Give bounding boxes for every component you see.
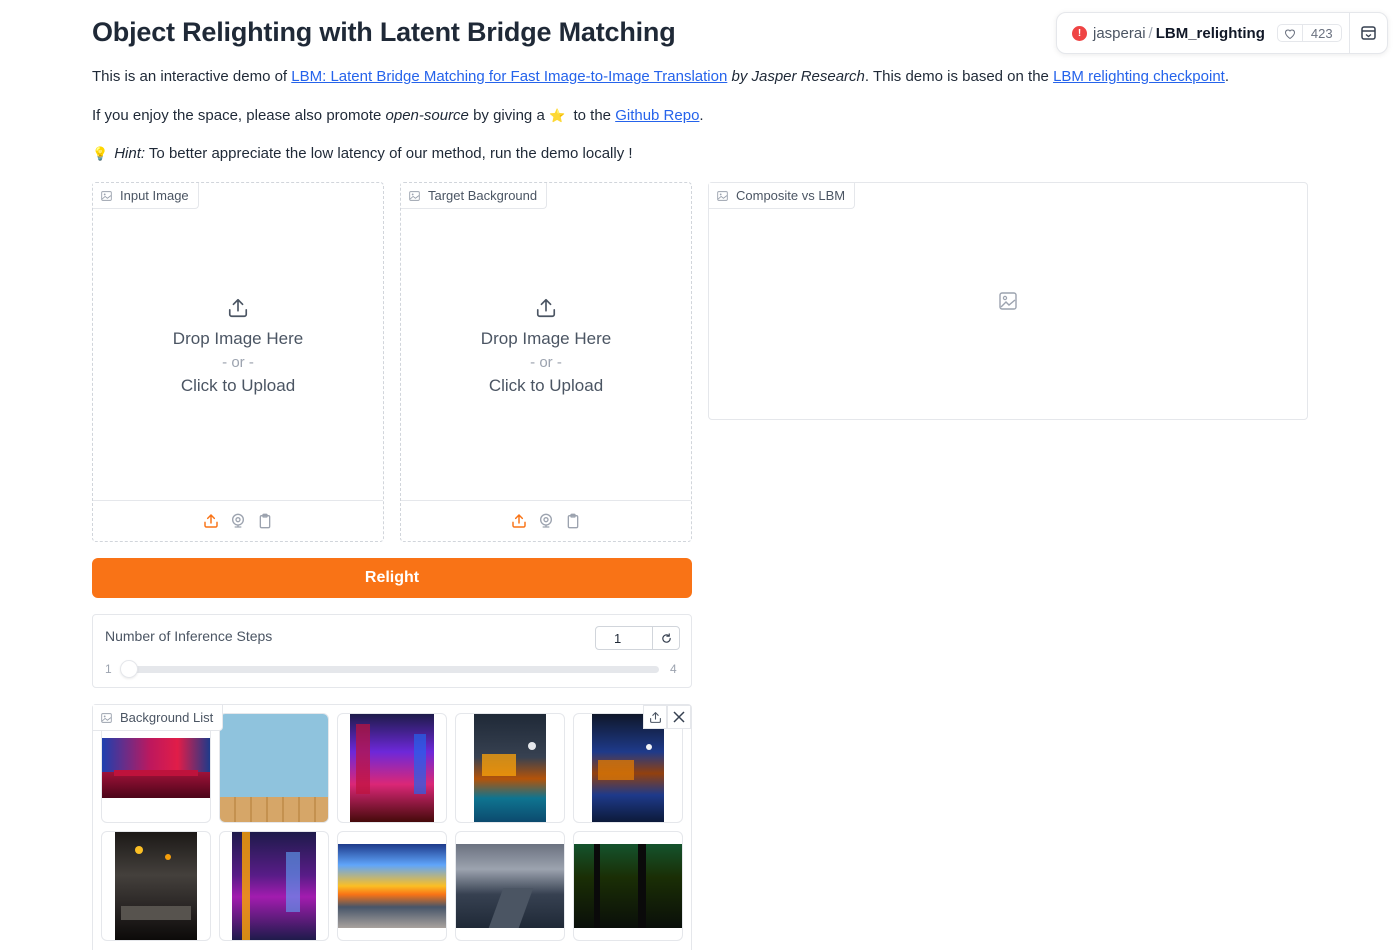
slider-thumb[interactable] — [120, 660, 138, 678]
target-background-dropzone[interactable]: Drop Image Here - or - Click to Upload — [401, 183, 691, 501]
checkpoint-link[interactable]: LBM relighting checkpoint — [1053, 68, 1225, 85]
thumbnail-image — [456, 844, 564, 928]
upload-source-icon[interactable] — [510, 512, 529, 531]
input-image-panel: Input Image Drop Image Here - or - Click… — [92, 182, 384, 542]
upload-source-icon[interactable] — [202, 512, 221, 531]
or-text: - or - — [222, 353, 254, 371]
space-separator: / — [1148, 24, 1153, 42]
clipboard-icon[interactable] — [564, 512, 583, 531]
page-title: Object Relighting with Latent Bridge Mat… — [92, 17, 676, 47]
background-thumbnail-sunset-beach[interactable] — [337, 831, 447, 941]
space-badge: ! jasperai / LBM_relighting 423 — [1056, 12, 1388, 54]
space-status-icon: ! — [1072, 25, 1087, 41]
inference-steps-value[interactable]: 1 — [596, 627, 652, 649]
background-list-gallery: Background List — [92, 704, 692, 950]
slider-min: 1 — [105, 662, 112, 676]
promo-middle: by giving a — [468, 107, 549, 124]
background-thumbnail-tropical-pool-moon[interactable] — [573, 713, 683, 823]
composite-output-panel: Composite vs LBM — [708, 182, 1308, 420]
promo-suffix: . — [699, 107, 704, 124]
share-icon — [649, 711, 661, 723]
promo-prefix: If you enjoy the space, please also prom… — [92, 107, 386, 124]
image-icon — [717, 190, 728, 201]
inference-steps-panel: Number of Inference Steps 1 1 4 — [92, 614, 692, 688]
slider-max: 4 — [670, 662, 677, 676]
thumbnail-image — [232, 832, 316, 940]
background-thumbnail-neon-city-street[interactable] — [337, 713, 447, 823]
drop-text: Drop Image Here — [480, 328, 612, 348]
intro-author: Jasper Research — [751, 68, 865, 85]
promo-middle2: to the — [565, 107, 616, 124]
webcam-icon[interactable] — [229, 512, 248, 531]
intro-suffix: . — [1224, 68, 1229, 85]
hint-paragraph: 💡 Hint: To better appreciate the low late… — [92, 145, 633, 162]
intro-middle: . This demo is based on the — [864, 68, 1054, 85]
lightbulb-icon: 💡 — [92, 146, 109, 161]
input-image-sources — [93, 500, 383, 541]
thumbnail-image — [220, 714, 328, 822]
target-background-panel: Target Background Drop Image Here - or -… — [400, 182, 692, 542]
like-button[interactable]: 423 — [1276, 24, 1342, 42]
promo-emph: open-source — [385, 107, 469, 124]
input-image-dropzone[interactable]: Drop Image Here - or - Click to Upload — [93, 183, 383, 501]
thumbnail-image — [338, 844, 446, 928]
background-list-label: Background List — [93, 705, 224, 731]
webcam-icon[interactable] — [537, 512, 556, 531]
paper-link[interactable]: LBM: Latent Bridge Matching for Fast Ima… — [291, 68, 727, 85]
close-icon — [673, 711, 685, 723]
background-list-label-text: Background List — [120, 710, 214, 725]
intro-by: by — [727, 68, 752, 85]
target-background-sources — [401, 500, 691, 541]
background-thumbnail-pool-villa-night[interactable] — [455, 713, 565, 823]
share-button[interactable] — [643, 705, 667, 729]
promo-paragraph: If you enjoy the space, please also prom… — [92, 107, 704, 124]
hint-text: To better appreciate the low latency of … — [145, 145, 633, 162]
or-text: - or - — [530, 353, 562, 371]
thumbnail-image — [102, 738, 210, 798]
space-link[interactable]: ! jasperai / LBM_relighting 423 — [1057, 13, 1349, 53]
star-icon: ⭐ — [548, 108, 566, 123]
composite-label: Composite vs LBM — [709, 183, 856, 209]
background-thumbnail-neon-alley[interactable] — [219, 831, 329, 941]
upload-icon — [536, 298, 556, 317]
background-thumbnail-foggy-road[interactable] — [455, 831, 565, 941]
composite-label-text: Composite vs LBM — [736, 188, 846, 203]
thumbnail-image — [115, 832, 197, 940]
thumbnail-image — [574, 844, 682, 928]
inference-steps-label: Number of Inference Steps — [105, 628, 273, 644]
upload-icon — [228, 298, 248, 317]
drop-text: Drop Image Here — [172, 328, 304, 348]
reset-button[interactable] — [652, 627, 679, 649]
thumbnail-image — [474, 714, 546, 822]
slider-track[interactable] — [123, 666, 659, 673]
collapse-button[interactable] — [1349, 13, 1387, 53]
clipboard-icon[interactable] — [256, 512, 275, 531]
github-link[interactable]: Github Repo — [615, 107, 699, 124]
space-owner[interactable]: jasperai — [1093, 25, 1146, 42]
collapse-icon — [1361, 26, 1376, 40]
thumbnail-image — [592, 714, 664, 822]
background-thumbnail-dark-restaurant[interactable] — [101, 831, 211, 941]
background-thumbnail-blue-wall-wood[interactable] — [219, 713, 329, 823]
click-upload-text: Click to Upload — [180, 375, 296, 395]
close-button[interactable] — [667, 705, 691, 729]
intro-paragraph: This is an interactive demo of LBM: Late… — [92, 68, 1229, 85]
inference-steps-input[interactable]: 1 — [595, 626, 680, 650]
thumbnail-image — [350, 714, 434, 822]
like-count: 423 — [1310, 25, 1333, 41]
intro-prefix: This is an interactive demo of — [92, 68, 292, 85]
image-placeholder-icon — [999, 292, 1017, 310]
background-thumbnail-dark-forest[interactable] — [573, 831, 683, 941]
relight-button[interactable]: Relight — [92, 558, 692, 598]
heart-icon — [1278, 25, 1303, 41]
image-icon — [101, 712, 112, 723]
reset-icon — [661, 632, 671, 643]
space-repo[interactable]: LBM_relighting — [1156, 25, 1265, 42]
click-upload-text: Click to Upload — [488, 375, 604, 395]
hint-label: Hint: — [114, 145, 146, 162]
gallery-actions — [643, 705, 691, 729]
